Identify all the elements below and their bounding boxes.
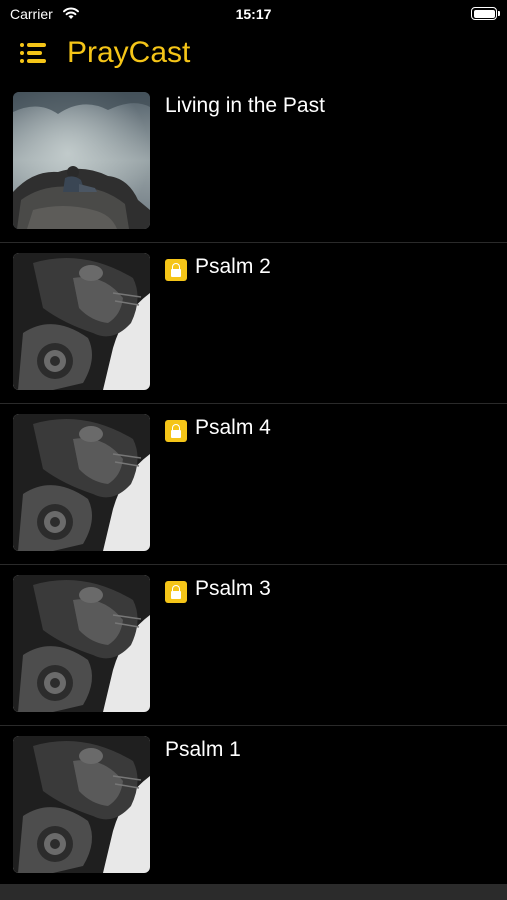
praying-man-image	[13, 575, 150, 712]
status-bar: Carrier 15:17	[0, 0, 507, 28]
clock: 15:17	[235, 6, 272, 22]
lock-icon	[165, 259, 187, 281]
lock-icon	[165, 581, 187, 603]
list-item[interactable]: Psalm 3	[0, 565, 507, 726]
battery-icon	[471, 7, 500, 20]
praying-man-image	[13, 414, 150, 551]
bottom-bar	[0, 884, 507, 900]
episode-title: Psalm 3	[195, 577, 271, 600]
list-item[interactable]: Psalm 1	[0, 726, 507, 887]
list-item[interactable]: Living in the Past	[0, 82, 507, 243]
episode-title: Living in the Past	[165, 94, 325, 117]
praying-man-image	[13, 253, 150, 390]
episode-list: Living in the Past Psalm 2 Psalm 4 Psalm…	[0, 82, 507, 887]
man-on-rock-image	[13, 92, 150, 229]
lock-icon	[165, 420, 187, 442]
list-item[interactable]: Psalm 4	[0, 404, 507, 565]
list-item[interactable]: Psalm 2	[0, 243, 507, 404]
episode-title: Psalm 1	[165, 738, 241, 761]
menu-icon[interactable]	[20, 42, 48, 66]
app-title: PrayCast	[67, 36, 191, 69]
nav-bar: PrayCast	[0, 28, 507, 82]
episode-title: Psalm 4	[195, 416, 271, 439]
praying-man-image	[13, 736, 150, 873]
episode-title: Psalm 2	[195, 255, 271, 278]
